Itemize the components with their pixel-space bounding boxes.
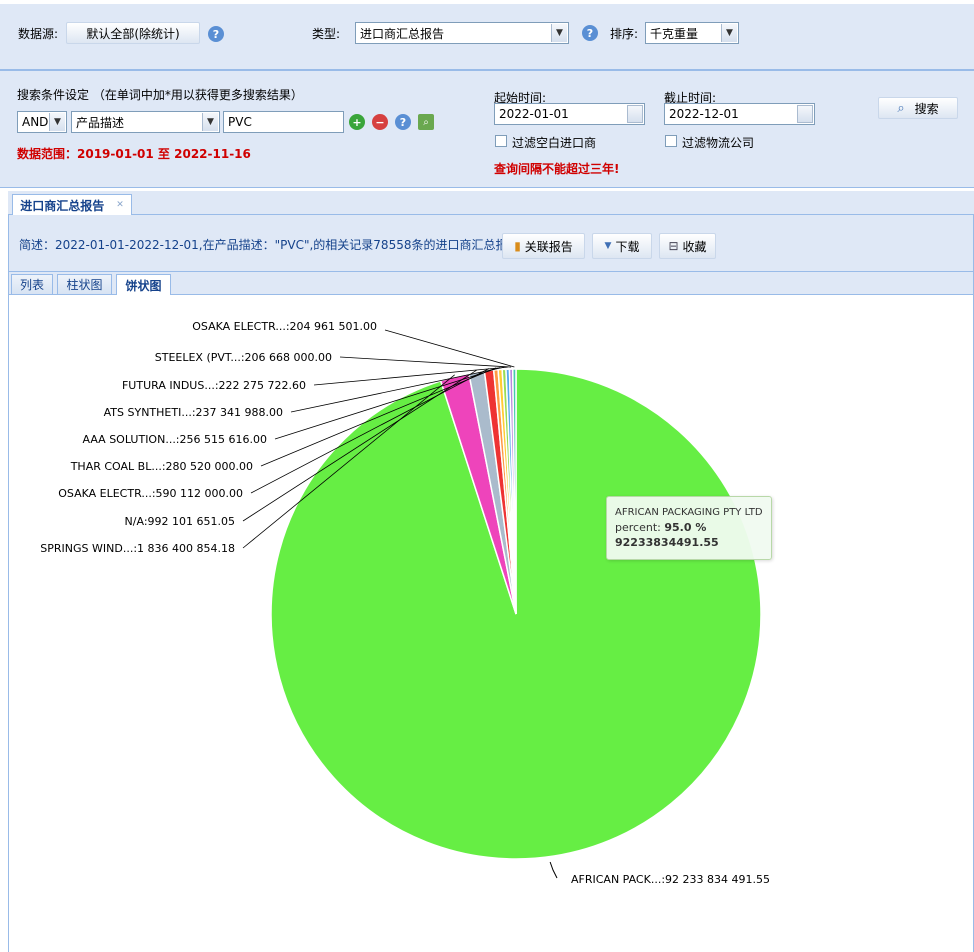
start-date-input[interactable]: 2022-01-01 <box>494 103 645 125</box>
chart-panel: AFRICAN PACK...:92 233 834 491.55 SPRINGS… <box>8 295 974 952</box>
slice-label: THAR COAL BL...:280 520 000.00 <box>70 460 253 473</box>
keyword-input-value: PVC <box>228 115 252 129</box>
search-conditions-panel: 搜索条件设定 （在单词中加*用以获得更多搜索结果） AND ▼ 产品描述 ▼ P… <box>0 70 974 188</box>
end-date-value: 2022-12-01 <box>669 107 739 121</box>
top-filter-bar: 数据源: 默认全部(除统计) ? 类型: 进口商汇总报告 ▼ ? 排序: 千克重… <box>0 4 974 70</box>
download-icon: ▼ <box>604 241 612 251</box>
tooltip-value: 92233834491.55 <box>615 536 719 549</box>
slice-label: OSAKA ELECTR...:590 112 000.00 <box>58 487 243 500</box>
download-label: 下载 <box>615 239 640 254</box>
advanced-search-icon[interactable]: ⌕ <box>418 114 434 130</box>
tab-list[interactable]: 列表 <box>11 274 53 294</box>
end-date-input[interactable]: 2022-12-01 <box>664 103 815 125</box>
datasource-label: 数据源: <box>18 27 59 41</box>
keyword-input[interactable]: PVC <box>223 111 344 133</box>
remove-condition-icon[interactable]: − <box>372 114 388 130</box>
chevron-down-icon: ▼ <box>721 24 737 42</box>
report-tab-strip: 进口商汇总报告 ✕ <box>8 191 974 215</box>
favorite-button[interactable]: ⊟ 收藏 <box>659 233 716 259</box>
type-select-value: 进口商汇总报告 <box>360 26 445 41</box>
tab-bar-chart-label: 柱状图 <box>66 278 103 292</box>
logic-select-value: AND <box>22 115 49 129</box>
datasource-button[interactable]: 默认全部(除统计) <box>66 22 200 44</box>
tooltip-percent-row: percent: 95.0 % <box>615 520 763 535</box>
search-button-label: 搜索 <box>914 101 939 116</box>
calendar-icon[interactable] <box>797 105 813 123</box>
tooltip-percent-label: percent: <box>615 521 661 534</box>
sort-select[interactable]: 千克重量 ▼ <box>645 22 739 44</box>
slice-label: AFRICAN PACK...:92 233 834 491.55 <box>571 873 770 886</box>
filter-logistics-checkbox[interactable] <box>665 135 677 147</box>
calendar-icon[interactable] <box>627 105 643 123</box>
add-condition-icon[interactable]: + <box>349 114 365 130</box>
search-icon: ⌕ <box>897 100 905 116</box>
pie-chart: AFRICAN PACK...:92 233 834 491.55 SPRINGS… <box>40 320 770 886</box>
tab-pie-chart-label: 饼状图 <box>125 278 162 293</box>
tab-report-label: 进口商汇总报告 <box>20 198 105 213</box>
field-select-value: 产品描述 <box>76 115 125 130</box>
chevron-down-icon: ▼ <box>49 113 65 131</box>
chart-tooltip: AFRICAN PACKAGING PTY LTD percent: 95.0 … <box>606 496 772 560</box>
tooltip-name: AFRICAN PACKAGING PTY LTD <box>615 507 763 518</box>
related-report-label: 关联报告 <box>524 239 573 254</box>
data-range-text: 数据范围：2019-01-01 至 2022-11-16 <box>17 147 251 161</box>
view-tab-strip: 列表 柱状图 饼状图 <box>8 271 974 295</box>
close-icon[interactable]: ✕ <box>116 200 124 210</box>
bar-chart-icon: ▮ <box>514 239 521 253</box>
type-label: 类型: <box>312 27 341 41</box>
tab-bar-chart[interactable]: 柱状图 <box>57 274 112 294</box>
summary-text: 简述：2022-01-01-2022-12-01,在产品描述："PVC",的相关… <box>19 238 520 252</box>
help-icon[interactable]: ? <box>582 25 598 41</box>
chevron-down-icon: ▼ <box>551 24 567 42</box>
sort-label: 排序: <box>610 27 639 41</box>
logic-select[interactable]: AND ▼ <box>17 111 67 133</box>
range-warning-text: 查询间隔不能超过三年! <box>494 162 620 176</box>
chevron-down-icon: ▼ <box>202 113 218 131</box>
slice-label: N/A:992 101 651.05 <box>125 515 235 528</box>
download-button[interactable]: ▼ 下载 <box>592 233 652 259</box>
bookmark-icon: ⊟ <box>668 239 679 253</box>
slice-label: STEELEX (PVT...:206 668 000.00 <box>155 351 332 364</box>
filter-importer-checkbox[interactable] <box>495 135 507 147</box>
type-select[interactable]: 进口商汇总报告 ▼ <box>355 22 569 44</box>
help-icon[interactable]: ? <box>395 114 411 130</box>
field-select[interactable]: 产品描述 ▼ <box>71 111 220 133</box>
search-button[interactable]: ⌕ 搜索 <box>878 97 958 119</box>
tab-list-label: 列表 <box>19 278 44 292</box>
related-report-button[interactable]: ▮ 关联报告 <box>502 233 585 259</box>
favorite-label: 收藏 <box>682 239 707 254</box>
slice-label: SPRINGS WIND...:1 836 400 854.18 <box>40 542 235 555</box>
summary-bar: 简述：2022-01-01-2022-12-01,在产品描述："PVC",的相关… <box>8 215 974 271</box>
slice-label: AAA SOLUTION...:256 515 616.00 <box>83 433 267 446</box>
label-connector <box>549 861 558 879</box>
slice-label: FUTURA INDUS...:222 275 722.60 <box>122 379 306 392</box>
tab-pie-chart[interactable]: 饼状图 <box>116 274 171 295</box>
conditions-title: 搜索条件设定 （在单词中加*用以获得更多搜索结果） <box>17 88 303 102</box>
slice-label: ATS SYNTHETI...:237 341 988.00 <box>104 406 283 419</box>
sort-select-value: 千克重量 <box>650 26 699 41</box>
label-connector <box>384 329 515 368</box>
tab-report[interactable]: 进口商汇总报告 ✕ <box>12 194 132 215</box>
help-icon[interactable]: ? <box>208 26 224 42</box>
filter-logistics-label: 过滤物流公司 <box>682 136 755 150</box>
filter-importer-label: 过滤空白进口商 <box>512 136 597 150</box>
tooltip-percent-value: 95.0 % <box>664 521 707 534</box>
start-date-value: 2022-01-01 <box>499 107 569 121</box>
slice-label: OSAKA ELECTR...:204 961 501.00 <box>192 320 377 333</box>
